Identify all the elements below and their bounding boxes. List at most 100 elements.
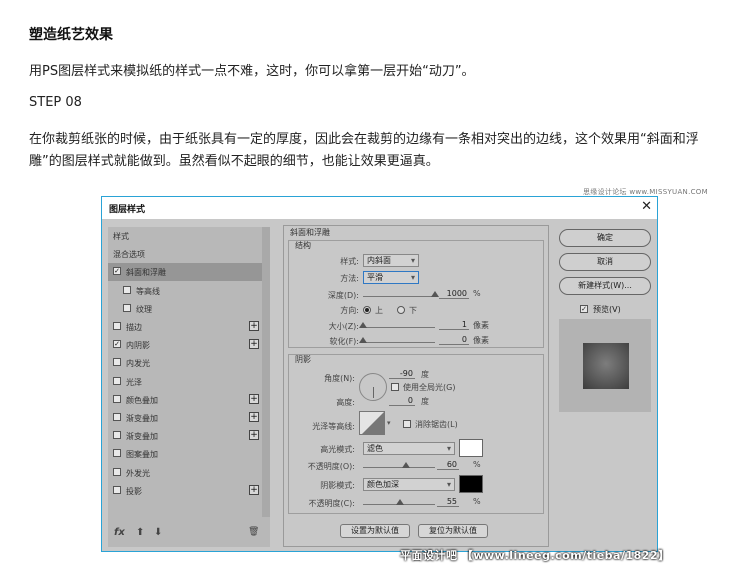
sidebar-scrollbar[interactable]: [262, 227, 270, 517]
sidebar-item-label: 等高线: [136, 286, 160, 296]
style-preview: [559, 319, 651, 412]
add-effect-icon[interactable]: +: [249, 484, 259, 495]
highlight-opacity-slider[interactable]: [363, 467, 435, 468]
sidebar-item[interactable]: 光泽: [108, 373, 262, 391]
shadow-opacity-input[interactable]: 55: [437, 496, 459, 507]
sidebar-item-checkbox[interactable]: ✓: [113, 340, 121, 349]
size-slider[interactable]: [363, 327, 435, 328]
cancel-button[interactable]: 取消: [559, 253, 651, 271]
settings-panel: 斜面和浮雕 结构 样式: 内斜面 方法: 平滑 深度(D): 1000 % 方向…: [283, 225, 549, 547]
style-list-sidebar: 样式 混合选项 ✓ 斜面和浮雕 等高线 纹理 描边 + ✓ 内阴影 + 内发光 光泽 颜色叠加 + 渐变叠加 +…: [108, 227, 270, 547]
sidebar-item[interactable]: 样式: [108, 227, 262, 245]
sidebar-item-checkbox[interactable]: [113, 413, 121, 421]
global-light-checkbox[interactable]: [391, 383, 399, 391]
soften-input[interactable]: 0: [439, 334, 469, 345]
contour-curve-icon: [362, 412, 384, 434]
sidebar-item-label: 外发光: [126, 468, 150, 478]
trash-icon[interactable]: 🗑: [248, 527, 259, 537]
shadow-opacity-thumb[interactable]: [396, 499, 404, 505]
technique-select[interactable]: 平滑: [363, 271, 419, 284]
sidebar-item-checkbox[interactable]: [113, 485, 121, 494]
direction-label: 方向:: [340, 306, 359, 315]
move-down-icon[interactable]: ⬇: [154, 527, 162, 538]
set-default-button[interactable]: 设置为默认值: [340, 524, 410, 538]
shadow-mode-select[interactable]: 颜色加深: [363, 478, 455, 491]
highlight-opacity-input[interactable]: 60: [437, 459, 459, 470]
sidebar-item[interactable]: 投影 +: [108, 482, 262, 500]
size-input[interactable]: 1: [439, 319, 469, 330]
highlight-opacity-label: 不透明度(O):: [307, 462, 355, 471]
soften-slider-thumb[interactable]: [359, 337, 367, 343]
sidebar-item-checkbox[interactable]: [123, 303, 131, 312]
sidebar-item[interactable]: ✓ 斜面和浮雕: [108, 263, 262, 282]
sidebar-footer: fx ⬆ ⬇ 🗑: [108, 521, 262, 547]
sidebar-item-checkbox[interactable]: [113, 322, 121, 330]
sidebar-item[interactable]: 外发光: [108, 464, 262, 482]
sidebar-item[interactable]: 混合选项: [108, 245, 262, 263]
sidebar-item[interactable]: 等高线: [108, 282, 262, 300]
sidebar-item-label: 混合选项: [113, 250, 145, 260]
depth-slider-thumb[interactable]: [431, 291, 439, 297]
direction-up-radio[interactable]: [363, 306, 371, 314]
ok-button[interactable]: 确定: [559, 229, 651, 247]
shadow-color-swatch[interactable]: [459, 475, 483, 493]
highlight-color-swatch[interactable]: [459, 439, 483, 457]
angle-dial-needle: [373, 387, 374, 398]
soften-slider[interactable]: [363, 342, 435, 343]
add-effect-icon[interactable]: +: [249, 430, 259, 441]
preview-thumbnail: [583, 343, 629, 389]
shadow-mode-label: 阴影模式:: [320, 481, 355, 490]
sidebar-item[interactable]: 描边 +: [108, 318, 262, 336]
layer-style-dialog: 图层样式 ✕ 样式混合选项 ✓ 斜面和浮雕等高线纹理描边 + ✓ 内阴影 + 内发光光泽 颜色叠…: [101, 196, 658, 552]
sidebar-item-checkbox[interactable]: [123, 285, 131, 294]
new-style-button[interactable]: 新建样式(W)...: [559, 277, 651, 295]
highlight-opacity-thumb[interactable]: [402, 462, 410, 468]
sidebar-item[interactable]: 图案叠加: [108, 445, 262, 463]
sidebar-item-label: 内发光: [126, 359, 150, 369]
sidebar-item-checkbox[interactable]: [113, 467, 121, 476]
direction-down-radio[interactable]: [397, 306, 405, 314]
size-unit: 像素: [473, 321, 489, 330]
altitude-input[interactable]: 0: [389, 395, 415, 406]
size-slider-thumb[interactable]: [359, 322, 367, 328]
anti-alias-label: 消除锯齿(L): [415, 420, 458, 429]
sidebar-item-checkbox[interactable]: [113, 358, 121, 367]
gloss-contour-picker[interactable]: [359, 411, 385, 435]
depth-slider[interactable]: [363, 296, 435, 297]
technique-label: 方法:: [340, 274, 359, 283]
highlight-opacity-unit: %: [473, 460, 481, 469]
highlight-mode-select[interactable]: 滤色: [363, 442, 455, 455]
sidebar-item-checkbox[interactable]: ✓: [113, 267, 121, 276]
sidebar-item-checkbox[interactable]: [113, 431, 121, 440]
move-up-icon[interactable]: ⬆: [136, 527, 144, 538]
anti-alias-checkbox[interactable]: [403, 420, 411, 428]
sidebar-item[interactable]: 渐变叠加 +: [108, 409, 262, 427]
sidebar-item-label: 内阴影: [126, 341, 150, 351]
sidebar-item[interactable]: ✓ 内阴影 +: [108, 336, 262, 354]
reset-default-button[interactable]: 复位为默认值: [418, 524, 488, 538]
close-icon[interactable]: ✕: [641, 199, 652, 214]
sidebar-item[interactable]: 内发光: [108, 354, 262, 372]
sidebar-item[interactable]: 纹理: [108, 300, 262, 318]
contour-dropdown-icon[interactable]: ▾: [387, 419, 391, 427]
depth-input[interactable]: 1000: [439, 288, 469, 299]
sidebar-item-checkbox[interactable]: [113, 449, 121, 458]
add-effect-icon[interactable]: +: [249, 339, 259, 350]
angle-input[interactable]: -90: [389, 368, 415, 379]
add-effect-icon[interactable]: +: [249, 321, 259, 331]
article-body: 在你裁剪纸张的时候，由于纸张具有一定的厚度，因此会在裁剪的边缘有一条相对突出的边…: [29, 132, 699, 169]
sidebar-item[interactable]: 渐变叠加 +: [108, 427, 262, 445]
sidebar-item-label: 纹理: [136, 304, 152, 314]
gloss-contour-label: 光泽等高线:: [312, 422, 355, 431]
angle-dial[interactable]: [359, 373, 387, 401]
dialog-title: 图层样式: [109, 205, 146, 215]
altitude-label: 高度:: [336, 398, 355, 407]
sidebar-item-checkbox[interactable]: [113, 376, 121, 385]
preview-checkbox[interactable]: ✓: [580, 305, 588, 313]
add-effect-icon[interactable]: +: [249, 393, 259, 404]
add-effect-icon[interactable]: +: [249, 412, 259, 422]
sidebar-item-checkbox[interactable]: [113, 394, 121, 403]
fx-icon[interactable]: fx: [114, 527, 125, 538]
sidebar-item[interactable]: 颜色叠加 +: [108, 391, 262, 409]
bevel-style-select[interactable]: 内斜面: [363, 254, 419, 267]
